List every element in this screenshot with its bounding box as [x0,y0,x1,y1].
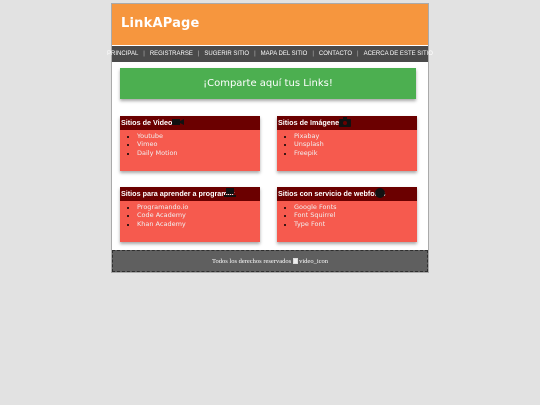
main-nav: PRINCIPAL | REGISTRARSE | SUGERIR SITIO … [107,46,433,62]
list-item: Programando.io [137,203,260,211]
nav-item-principal[interactable]: PRINCIPAL [105,51,140,57]
link-list: Google Fonts Font Squirrel Type Font [277,203,417,228]
link-unsplash[interactable]: Unsplash [294,140,324,148]
nav-item-contacto[interactable]: CONTACTO [317,51,354,57]
nav-item-mapa-del-sitio[interactable]: MAPA DEL SITIO [259,51,310,57]
nav-item-acerca[interactable]: ACERCA DE ESTE SITIO [362,51,435,57]
card-image-sites: Sitios de Imágenes Pixabay Unsplash Free… [277,116,417,171]
header: LinkAPage [112,4,428,45]
link-freepik[interactable]: Freepik [294,149,318,157]
card-webfont-sites: Sitios con servicio de webfonts Google F… [277,187,417,242]
link-list: Pixabay Unsplash Freepik [277,132,417,157]
link-list: Programando.io Code Academy Khan Academy [120,203,260,228]
link-google-fonts[interactable]: Google Fonts [294,203,337,211]
list-item: Daily Motion [137,149,260,157]
link-code-academy[interactable]: Code Academy [137,211,186,219]
nav-separator: | [143,51,145,57]
card-programming-sites: Sitios para aprender a programar Program… [120,187,260,242]
card-video-sites: Sitios de Videos Youtube Vimeo Daily Mot… [120,116,260,171]
list-item: Pixabay [294,132,417,140]
link-daily-motion[interactable]: Daily Motion [137,149,178,157]
footer: Todos los derechos reservados video_icon [112,250,428,272]
laptop-icon [224,188,236,198]
font-circle-icon [374,188,386,198]
share-links-button[interactable]: ¡Comparte aquí tus Links! [120,68,416,99]
list-item: Google Fonts [294,203,417,211]
card-title: Sitios de Videos [120,116,260,130]
nav-separator: | [357,51,359,57]
camera-icon [339,117,351,127]
card-title: Sitios para aprender a programar [120,187,260,201]
nav-item-sugerir-sitio[interactable]: SUGERIR SITIO [202,51,251,57]
link-vimeo[interactable]: Vimeo [137,140,157,148]
link-type-font[interactable]: Type Font [294,220,325,228]
link-youtube[interactable]: Youtube [137,132,163,140]
footer-copyright: Todos los derechos reservados [211,257,292,265]
broken-image-alt: video_icon [299,257,329,265]
card-title: Sitios de Imágenes [277,116,417,130]
list-item: Freepik [294,149,417,157]
link-programando[interactable]: Programando.io [137,203,188,211]
card-title-text: Sitios de Imágenes [278,118,344,127]
site-logo[interactable]: LinkAPage [121,16,200,31]
list-item: Code Academy [137,211,260,219]
list-item: Font Squirrel [294,211,417,219]
link-font-squirrel[interactable]: Font Squirrel [294,211,335,219]
nav-separator: | [197,51,200,57]
video-camera-icon [172,117,184,127]
card-title-text: Sitios con servicio de webfonts [278,189,386,198]
list-item: Youtube [137,132,260,140]
nav-separator: | [312,51,314,57]
list-item: Vimeo [137,140,260,148]
page-container: LinkAPage PRINCIPAL | REGISTRARSE | SUGE… [107,3,433,273]
broken-image-glyph [293,258,299,264]
nav-item-registrarse[interactable]: REGISTRARSE [148,51,195,57]
nav-separator: | [254,51,256,57]
list-item: Unsplash [294,140,417,148]
list-item: Type Font [294,220,417,228]
link-list: Youtube Vimeo Daily Motion [120,132,260,157]
card-title-text: Sitios para aprender a programar [121,189,235,198]
link-khan-academy[interactable]: Khan Academy [137,220,186,228]
link-pixabay[interactable]: Pixabay [294,132,319,140]
broken-image-icon: video_icon [293,258,328,265]
card-title: Sitios con servicio de webfonts [277,187,417,201]
list-item: Khan Academy [137,220,260,228]
card-title-text: Sitios de Videos [121,118,177,127]
